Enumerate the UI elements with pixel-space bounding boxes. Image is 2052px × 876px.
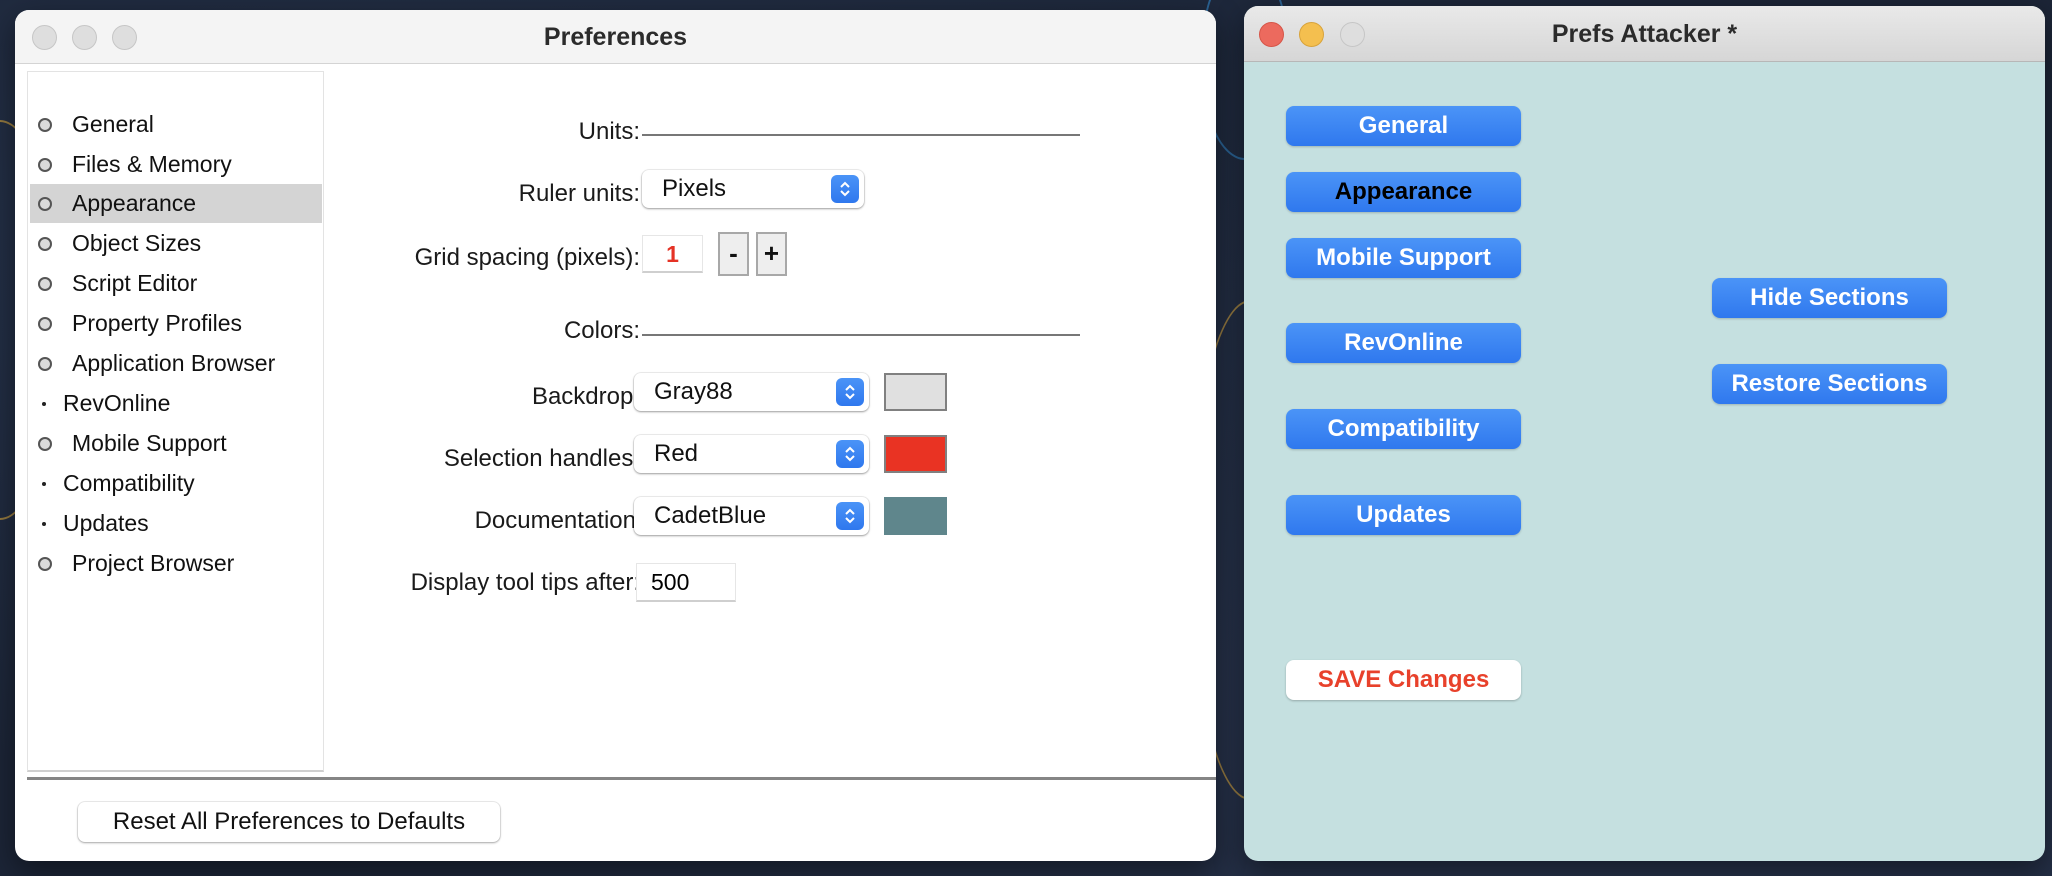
- mobile-support-section-button[interactable]: Mobile Support: [1286, 238, 1521, 278]
- backdrop-color-value: Gray88: [654, 378, 733, 405]
- sidebar-item-label: Appearance: [72, 190, 197, 216]
- grid-spacing-decrement-button[interactable]: -: [718, 232, 749, 276]
- sidebar-item-label: Files & Memory: [72, 151, 232, 177]
- sidebar-item-label: Mobile Support: [72, 430, 227, 456]
- appearance-section-button[interactable]: Appearance: [1286, 172, 1521, 212]
- general-section-button[interactable]: General: [1286, 106, 1521, 146]
- save-changes-button[interactable]: SAVE Changes: [1286, 660, 1521, 700]
- updown-chevron-icon: [836, 378, 864, 406]
- sidebar-item-object-sizes[interactable]: Object Sizes: [30, 224, 322, 263]
- radio-bullet-icon: [38, 556, 52, 571]
- revonline-section-button[interactable]: RevOnline: [1286, 323, 1521, 363]
- compatibility-section-button[interactable]: Compatibility: [1286, 409, 1521, 449]
- radio-bullet-icon: [38, 117, 52, 132]
- colors-divider: [642, 334, 1080, 336]
- backdrop-label: Backdrop:: [531, 383, 640, 410]
- grid-spacing-field[interactable]: 1: [642, 235, 703, 273]
- radio-bullet-icon: [38, 436, 52, 451]
- preferences-section-list[interactable]: General Files & Memory Appearance Object…: [27, 71, 324, 772]
- selection-handles-color-value: Red: [654, 440, 699, 467]
- grid-spacing-label: Grid spacing (pixels):: [414, 244, 640, 271]
- radio-bullet-icon: [38, 157, 52, 172]
- sidebar-item-project-browser[interactable]: Project Browser: [30, 544, 322, 583]
- prefs-attacker-window: Prefs Attacker * General Appearance Mobi…: [1244, 6, 2045, 861]
- sidebar-item-label: Application Browser: [72, 350, 276, 376]
- reset-all-preferences-button[interactable]: Reset All Preferences to Defaults: [78, 802, 500, 842]
- sidebar-item-application-browser[interactable]: Application Browser: [30, 344, 322, 383]
- radio-bullet-icon: [38, 276, 52, 291]
- radio-bullet-icon: [38, 236, 52, 251]
- documentation-color-value: CadetBlue: [654, 502, 767, 529]
- dot-bullet-icon: [42, 521, 46, 526]
- sidebar-item-label: RevOnline: [63, 390, 171, 416]
- sidebar-item-mobile-support[interactable]: Mobile Support: [30, 424, 322, 463]
- sidebar-item-label: Property Profiles: [72, 310, 243, 336]
- sidebar-item-label: General: [72, 111, 154, 137]
- sidebar-item-revonline[interactable]: RevOnline: [30, 384, 322, 423]
- sidebar-item-label: Script Editor: [72, 270, 198, 296]
- sidebar-item-files-memory[interactable]: Files & Memory: [30, 145, 322, 184]
- preferences-titlebar[interactable]: Preferences: [15, 10, 1216, 64]
- updown-chevron-icon: [836, 440, 864, 468]
- ruler-units-select[interactable]: Pixels: [642, 170, 864, 208]
- ruler-units-label: Ruler units:: [518, 180, 640, 207]
- window-title: Prefs Attacker *: [1551, 20, 1738, 48]
- colors-heading: Colors:: [563, 317, 640, 344]
- sidebar-item-label: Compatibility: [63, 470, 195, 496]
- dot-bullet-icon: [42, 401, 46, 406]
- selection-handles-color-swatch[interactable]: [884, 435, 947, 473]
- ruler-units-value: Pixels: [662, 175, 727, 202]
- sidebar-item-label: Updates: [63, 510, 149, 536]
- backdrop-color-select[interactable]: Gray88: [634, 373, 869, 411]
- sidebar-item-property-profiles[interactable]: Property Profiles: [30, 304, 322, 343]
- sidebar-item-updates[interactable]: Updates: [30, 504, 322, 543]
- documentation-color-swatch[interactable]: [884, 497, 947, 535]
- restore-sections-button[interactable]: Restore Sections: [1712, 364, 1947, 404]
- backdrop-color-swatch[interactable]: [884, 373, 947, 411]
- units-heading: Units:: [578, 118, 640, 145]
- updown-chevron-icon: [831, 175, 859, 203]
- sidebar-item-general[interactable]: General: [30, 105, 322, 144]
- sidebar-item-compatibility[interactable]: Compatibility: [30, 464, 322, 503]
- dot-bullet-icon: [42, 481, 46, 486]
- hide-sections-button[interactable]: Hide Sections: [1712, 278, 1947, 318]
- prefs-attacker-titlebar[interactable]: Prefs Attacker *: [1244, 6, 2045, 62]
- tooltip-delay-label: Display tool tips after:: [410, 569, 640, 596]
- window-title: Preferences: [543, 23, 688, 51]
- sidebar-item-label: Project Browser: [72, 550, 235, 576]
- updates-section-button[interactable]: Updates: [1286, 495, 1521, 535]
- selection-handles-color-select[interactable]: Red: [634, 435, 869, 473]
- sidebar-item-script-editor[interactable]: Script Editor: [30, 264, 322, 303]
- documentation-color-select[interactable]: CadetBlue: [634, 497, 869, 535]
- radio-bullet-icon: [38, 356, 52, 371]
- documentation-label: Documentation: [474, 507, 636, 534]
- units-divider: [642, 134, 1080, 136]
- tooltip-delay-field[interactable]: 500: [636, 563, 736, 602]
- footer-divider: [27, 777, 1216, 780]
- sidebar-item-appearance[interactable]: Appearance: [30, 184, 322, 223]
- grid-spacing-increment-button[interactable]: +: [756, 232, 787, 276]
- updown-chevron-icon: [836, 502, 864, 530]
- radio-bullet-icon: [38, 196, 52, 211]
- radio-bullet-icon: [38, 316, 52, 331]
- sidebar-item-label: Object Sizes: [72, 230, 202, 256]
- preferences-window: Preferences General Files & Memory Appea…: [15, 10, 1216, 861]
- selection-handles-label: Selection handles:: [443, 445, 640, 472]
